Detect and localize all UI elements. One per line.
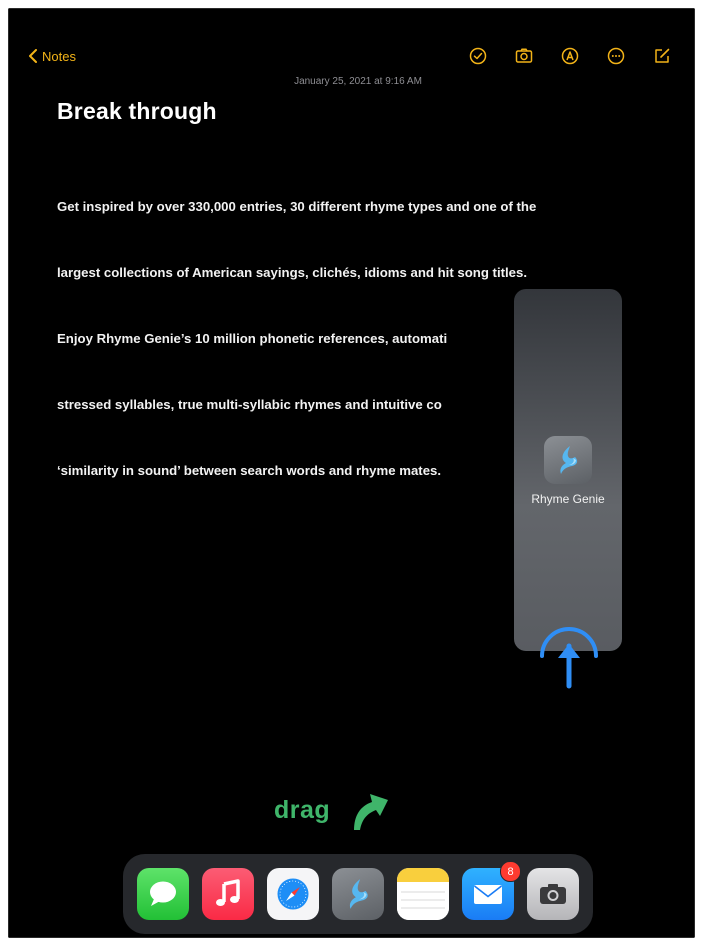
back-to-notes-button[interactable]: Notes — [28, 46, 76, 66]
notes-icon — [397, 868, 449, 920]
slide-over-app-name: Rhyme Genie — [531, 492, 605, 506]
chevron-left-icon — [29, 49, 37, 63]
dock-app-music[interactable] — [202, 868, 254, 920]
camera-icon — [540, 884, 566, 904]
slide-over-app[interactable]: Rhyme Genie — [514, 436, 622, 506]
rhyme-genie-icon — [544, 436, 592, 484]
markup-button[interactable] — [547, 44, 593, 68]
dock-app-messages[interactable] — [137, 868, 189, 920]
music-icon — [216, 879, 240, 906]
safari-icon — [277, 878, 309, 910]
dock-app-camera[interactable] — [527, 868, 579, 920]
camera-icon — [515, 48, 533, 63]
camera-button[interactable] — [501, 44, 547, 68]
dock-app-rhyme-genie[interactable] — [332, 868, 384, 920]
ipad-screen: Notes January 25, 2021 at 9:16 AM Break … — [8, 8, 695, 938]
drag-arrow-icon — [354, 794, 388, 830]
swipe-up-arrow-icon — [540, 627, 598, 689]
messages-icon — [150, 881, 176, 906]
note-line: Get inspired by over 330,000 entries, 30… — [57, 199, 537, 214]
notes-toolbar — [455, 44, 685, 68]
more-button[interactable] — [593, 44, 639, 68]
mail-badge: 8 — [500, 861, 521, 882]
dock-app-notes[interactable] — [397, 868, 449, 920]
checklist-icon — [469, 47, 487, 65]
checklist-button[interactable] — [455, 44, 501, 68]
back-label: Notes — [42, 48, 76, 64]
dock-app-mail[interactable]: 8 — [462, 861, 521, 920]
compose-icon — [655, 48, 670, 63]
mail-icon — [474, 885, 502, 904]
drag-label: drag — [274, 796, 331, 824]
slide-over-window[interactable]: Rhyme Genie — [514, 289, 622, 651]
compose-button[interactable] — [639, 44, 685, 68]
note-title[interactable]: Break through — [57, 98, 217, 125]
dock: 8 — [123, 854, 593, 934]
markup-icon — [561, 47, 579, 65]
note-timestamp: January 25, 2021 at 9:16 AM — [294, 76, 422, 87]
dock-app-safari[interactable] — [267, 868, 319, 920]
more-icon — [607, 47, 625, 65]
rhyme-genie-icon — [349, 879, 368, 909]
